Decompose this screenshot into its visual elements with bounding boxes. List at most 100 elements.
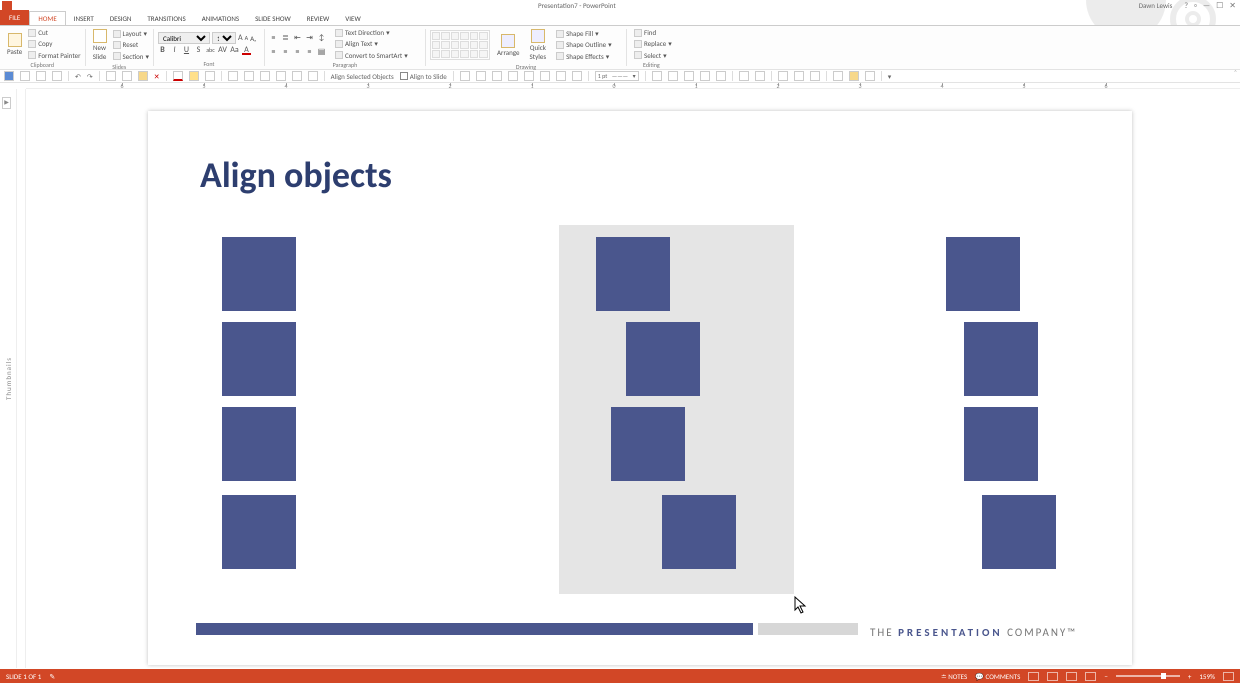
bold-button[interactable]: B bbox=[158, 46, 167, 55]
normal-view-button[interactable] bbox=[1028, 672, 1039, 681]
qat-split-icon[interactable] bbox=[755, 71, 765, 81]
notes-button[interactable]: ≐ NOTES bbox=[941, 672, 967, 681]
qat-delete-col-icon[interactable] bbox=[716, 71, 726, 81]
qat-selection-pane-icon[interactable] bbox=[833, 71, 843, 81]
quick-styles-button[interactable]: Quick Styles bbox=[527, 27, 550, 63]
shrink-font-icon[interactable]: A bbox=[245, 34, 248, 42]
qat-copy-icon[interactable] bbox=[122, 71, 132, 81]
shape-square[interactable] bbox=[222, 322, 296, 396]
justify-button[interactable]: ≡ bbox=[305, 48, 314, 57]
find-button[interactable]: Find bbox=[634, 28, 672, 37]
align-right-button[interactable]: ≡ bbox=[293, 48, 302, 57]
comments-button[interactable]: 💬 COMMENTS bbox=[975, 672, 1020, 681]
format-painter-button[interactable]: Format Painter bbox=[28, 51, 80, 60]
zoom-in-button[interactable]: + bbox=[1188, 672, 1192, 681]
line-spacing-button[interactable]: ↕ bbox=[317, 34, 326, 43]
distribute-v-icon[interactable] bbox=[572, 71, 582, 81]
restore-icon[interactable]: ☐ bbox=[1216, 1, 1223, 11]
tab-review[interactable]: REVIEW bbox=[299, 12, 338, 25]
align-center-button[interactable]: ≡ bbox=[281, 48, 290, 57]
qat-undo-icon[interactable]: ↶ bbox=[75, 72, 81, 81]
zoom-out-button[interactable]: − bbox=[1104, 672, 1108, 681]
shape-square[interactable] bbox=[982, 495, 1056, 569]
strike-button[interactable]: S bbox=[194, 46, 203, 55]
shapes-gallery[interactable] bbox=[430, 30, 490, 60]
shape-fill-button[interactable]: Shape Fill ▾ bbox=[556, 29, 612, 38]
shape-square[interactable] bbox=[222, 495, 296, 569]
shadow-button[interactable]: abc bbox=[206, 46, 215, 55]
align-middle-icon[interactable] bbox=[524, 71, 534, 81]
slide-canvas[interactable]: Align objects bbox=[26, 89, 1240, 668]
grow-font-icon[interactable]: A bbox=[238, 33, 243, 43]
tab-design[interactable]: DESIGN bbox=[102, 12, 140, 25]
font-name-select[interactable]: Calibri bbox=[158, 32, 210, 44]
close-icon[interactable]: ✕ bbox=[1229, 1, 1236, 11]
align-selected-label[interactable]: Align Selected Objects bbox=[331, 72, 394, 81]
reading-view-button[interactable] bbox=[1066, 672, 1077, 681]
qat-folder-icon[interactable] bbox=[138, 71, 148, 81]
shape-square[interactable] bbox=[626, 322, 700, 396]
collapse-ribbon-icon[interactable]: ˆ bbox=[1234, 69, 1237, 79]
user-name[interactable]: Dawn Lewis bbox=[1139, 1, 1173, 10]
columns-button[interactable]: ▤ bbox=[317, 48, 326, 57]
align-top-icon[interactable] bbox=[508, 71, 518, 81]
case-button[interactable]: Aa bbox=[230, 46, 239, 55]
shape-square[interactable] bbox=[946, 237, 1020, 311]
qat-insert-col-icon[interactable] bbox=[684, 71, 694, 81]
arrange-button[interactable]: Arrange bbox=[494, 32, 523, 59]
align-left-button[interactable]: ≡ bbox=[269, 48, 278, 57]
select-button[interactable]: Select ▾ bbox=[634, 51, 672, 60]
paste-button[interactable]: Paste bbox=[4, 31, 25, 58]
qat-redo-icon[interactable]: ↷ bbox=[87, 72, 93, 81]
align-right-icon[interactable] bbox=[492, 71, 502, 81]
tab-file[interactable]: FILE bbox=[0, 10, 29, 25]
spellcheck-icon[interactable]: ✎ bbox=[49, 672, 55, 681]
qat-save-icon[interactable] bbox=[4, 71, 14, 81]
tab-transitions[interactable]: TRANSITIONS bbox=[139, 12, 193, 25]
align-left-icon[interactable] bbox=[460, 71, 470, 81]
qat-animation-pane-icon[interactable] bbox=[849, 71, 859, 81]
slide-counter[interactable]: SLIDE 1 OF 1 bbox=[6, 672, 41, 681]
qat-merge-icon[interactable] bbox=[739, 71, 749, 81]
qat-new-icon[interactable] bbox=[20, 71, 30, 81]
qat-delete-icon[interactable]: ✕ bbox=[154, 72, 160, 81]
reset-button[interactable]: Reset bbox=[113, 40, 149, 49]
clear-format-icon[interactable]: Aₓ bbox=[250, 34, 256, 43]
shape-effects-button[interactable]: Shape Effects ▾ bbox=[556, 52, 612, 61]
cut-button[interactable]: Cut bbox=[28, 28, 80, 37]
shape-square[interactable] bbox=[964, 322, 1038, 396]
align-bottom-icon[interactable] bbox=[540, 71, 550, 81]
fit-to-window-button[interactable] bbox=[1223, 672, 1234, 681]
outdent-button[interactable]: ⇤ bbox=[293, 34, 302, 43]
replace-button[interactable]: Replace ▾ bbox=[634, 39, 672, 48]
qat-rotate-icon[interactable] bbox=[292, 71, 302, 81]
qat-print-icon[interactable] bbox=[52, 71, 62, 81]
slideshow-view-button[interactable] bbox=[1085, 672, 1096, 681]
new-slide-button[interactable]: New Slide bbox=[90, 27, 110, 63]
ribbon-display-icon[interactable]: ▫ bbox=[1194, 1, 1197, 11]
qat-distribute-cols-icon[interactable] bbox=[794, 71, 804, 81]
qat-eyedropper-icon[interactable] bbox=[865, 71, 875, 81]
numbering-button[interactable]: ≣ bbox=[281, 34, 290, 43]
qat-ungroup-icon[interactable] bbox=[244, 71, 254, 81]
layout-button[interactable]: Layout ▾ bbox=[113, 29, 149, 38]
qat-guides-icon[interactable] bbox=[810, 71, 820, 81]
sorter-view-button[interactable] bbox=[1047, 672, 1058, 681]
font-size-select[interactable]: 18 bbox=[212, 32, 236, 44]
bullets-button[interactable]: ≡ bbox=[269, 34, 278, 43]
section-button[interactable]: Section ▾ bbox=[113, 52, 149, 61]
thumbnail-pane[interactable]: Thumbnails bbox=[0, 89, 17, 668]
shape-square[interactable] bbox=[964, 407, 1038, 481]
qat-table-icon[interactable] bbox=[652, 71, 662, 81]
align-center-icon[interactable] bbox=[476, 71, 486, 81]
copy-button[interactable]: Copy bbox=[28, 39, 80, 48]
qat-open-icon[interactable] bbox=[36, 71, 46, 81]
qat-cut-icon[interactable] bbox=[106, 71, 116, 81]
align-to-slide-checkbox[interactable]: Align to Slide bbox=[400, 72, 447, 81]
tab-home[interactable]: HOME bbox=[29, 11, 65, 25]
underline-button[interactable]: U bbox=[182, 46, 191, 55]
zoom-value[interactable]: 159% bbox=[1199, 672, 1215, 681]
qat-group-icon[interactable] bbox=[228, 71, 238, 81]
font-color-button[interactable]: A bbox=[242, 46, 251, 55]
tab-insert[interactable]: INSERT bbox=[66, 12, 102, 25]
